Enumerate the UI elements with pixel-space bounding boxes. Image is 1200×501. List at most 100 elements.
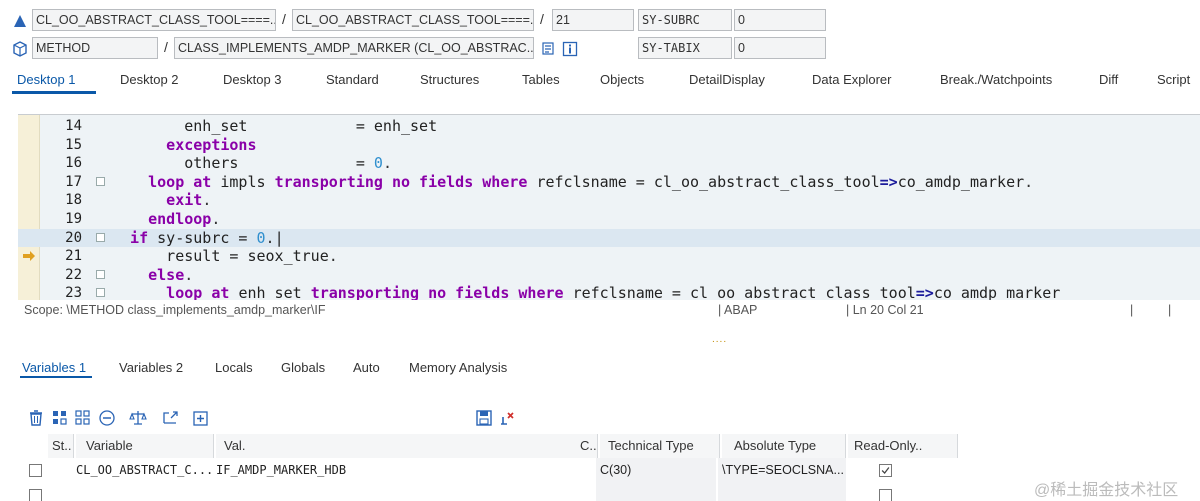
sy-subrc-label: SY-SUBRC — [638, 9, 732, 31]
col-header-status[interactable]: St.. — [48, 434, 74, 458]
active-lower-tab-indicator — [20, 376, 92, 378]
line-number: 20 — [65, 229, 82, 246]
separator: / — [282, 11, 286, 27]
save-icon[interactable] — [474, 408, 494, 428]
tab-objects[interactable]: Objects — [600, 72, 644, 87]
code-token: transporting no fields where — [274, 172, 537, 191]
separator: / — [164, 39, 168, 55]
cube-icon — [13, 41, 27, 57]
code-line[interactable]: 20 if sy-subrc = 0.| — [18, 228, 1200, 248]
pane-splitter[interactable] — [0, 332, 1200, 342]
tab-desktop-3[interactable]: Desktop 3 — [223, 72, 282, 87]
status-separator: | — [1130, 303, 1134, 317]
tab-diff[interactable]: Diff — [1099, 72, 1118, 87]
code-line[interactable]: 17 loop at impls transporting no fields … — [18, 173, 1200, 192]
code-text: else. — [112, 266, 193, 285]
sy-tabix-label: SY-TABIX — [638, 37, 732, 59]
line-number: 18 — [65, 192, 82, 209]
tab-variables-2[interactable]: Variables 2 — [119, 360, 183, 375]
insert-icon[interactable] — [191, 408, 211, 428]
code-line[interactable]: 18 exit. — [18, 191, 1200, 210]
code-token: if — [112, 228, 158, 247]
sy-tabix-value[interactable]: 0 — [734, 37, 826, 59]
code-token: transporting no fields where — [310, 284, 573, 300]
tab-breakpoints[interactable]: Break./Watchpoints — [940, 72, 1052, 87]
col-header-variable[interactable]: Variable — [76, 434, 214, 458]
fold-toggle-icon[interactable] — [96, 288, 105, 298]
code-text: loop at enh_set transporting no fields w… — [112, 284, 1060, 300]
col-header-change[interactable]: C.. — [576, 434, 598, 458]
list-icon[interactable] — [540, 41, 556, 57]
tab-structures[interactable]: Structures — [420, 72, 479, 87]
tab-variables-1[interactable]: Variables 1 — [22, 360, 86, 375]
absolute-type-cell — [718, 482, 846, 501]
col-header-technical-type[interactable]: Technical Type — [600, 434, 720, 458]
fold-toggle-icon[interactable] — [96, 176, 105, 186]
code-line[interactable]: 21 result = seox_true. — [18, 247, 1200, 266]
tab-standard[interactable]: Standard — [326, 72, 379, 87]
tab-data-explorer[interactable]: Data Explorer — [812, 72, 891, 87]
code-token: others = — [112, 154, 374, 173]
code-line[interactable]: 19 endloop. — [18, 210, 1200, 229]
tab-tables[interactable]: Tables — [522, 72, 560, 87]
tab-script[interactable]: Script — [1157, 72, 1190, 87]
fold-toggle-icon[interactable] — [96, 269, 105, 279]
code-token: co_amdp_marker — [933, 284, 1061, 300]
delete-variable-icon[interactable] — [498, 408, 518, 428]
code-token: . — [265, 228, 275, 247]
code-text: result = seox_true. — [112, 247, 338, 266]
code-token: refclsname = cl_oo_abstract_class_tool — [572, 284, 916, 300]
line-number: 22 — [65, 266, 82, 283]
class-name-field[interactable]: CL_OO_ABSTRACT_CLASS_TOOL====... — [32, 9, 276, 31]
collapse-icon[interactable] — [97, 408, 117, 428]
code-text: loop at impls transporting no fields whe… — [112, 173, 1033, 192]
scope-label: Scope: \METHOD class_implements_amdp_mar… — [24, 303, 326, 317]
header-row-2: METHOD / CLASS_IMPLEMENTS_AMDP_MARKER (C… — [0, 37, 1200, 61]
grid-icon[interactable] — [50, 408, 70, 428]
col-header-read-only[interactable]: Read-Only.. — [848, 434, 958, 458]
code-line[interactable]: 16 others = 0. — [18, 154, 1200, 173]
sy-subrc-value[interactable]: 0 — [734, 9, 826, 31]
tab-desktop-2[interactable]: Desktop 2 — [120, 72, 179, 87]
event-type-field[interactable]: METHOD — [32, 37, 158, 59]
tab-globals[interactable]: Globals — [281, 360, 325, 375]
variable-value-cell[interactable]: IF_AMDP_MARKER_HDB — [212, 458, 572, 482]
code-token: . — [1024, 172, 1034, 191]
splitter-grip[interactable]: .... — [712, 334, 727, 345]
language-label: | ABAP — [718, 303, 758, 317]
code-line[interactable]: 23 loop at enh_set transporting no field… — [18, 284, 1200, 300]
separator: / — [540, 11, 544, 27]
code-token: 0 — [373, 154, 383, 173]
line-number-field[interactable]: 21 — [552, 9, 634, 31]
info-icon[interactable] — [562, 41, 578, 57]
editor-status-bar: Scope: \METHOD class_implements_amdp_mar… — [18, 300, 1200, 322]
code-line[interactable]: 22 else. — [18, 266, 1200, 285]
tab-detaildisplay[interactable]: DetailDisplay — [689, 72, 765, 87]
line-number: 21 — [65, 248, 82, 265]
share-icon[interactable] — [161, 408, 181, 428]
code-line[interactable]: 15 exceptions — [18, 136, 1200, 155]
grid-outline-icon[interactable] — [73, 408, 93, 428]
fold-toggle-icon[interactable] — [96, 232, 105, 242]
code-token: impls — [220, 172, 275, 191]
code-token: refclsname = cl_oo_abstract_class_tool — [536, 172, 880, 191]
tab-memory-analysis[interactable]: Memory Analysis — [409, 360, 507, 375]
row-select-checkbox[interactable] — [29, 464, 42, 477]
code-line[interactable]: 14 enh_set = enh_set — [18, 117, 1200, 136]
include-name-field[interactable]: CL_OO_ABSTRACT_CLASS_TOOL====... — [292, 9, 534, 31]
cursor-position: | Ln 20 Col 21 — [846, 303, 924, 317]
source-editor[interactable]: 14 enh_set = enh_set 15 exceptions 16 othe… — [18, 114, 1200, 300]
tab-auto[interactable]: Auto — [353, 360, 380, 375]
code-token: exit — [112, 191, 203, 210]
tab-locals[interactable]: Locals — [215, 360, 253, 375]
balance-icon[interactable] — [128, 408, 148, 428]
code-text: exit. — [112, 191, 211, 210]
variable-name-cell[interactable]: CL_OO_ABSTRACT_C... — [72, 458, 212, 482]
method-name-field[interactable]: CLASS_IMPLEMENTS_AMDP_MARKER (CL_OO_ABST… — [174, 37, 534, 59]
col-header-absolute-type[interactable]: Absolute Type — [722, 434, 846, 458]
trash-icon[interactable] — [26, 408, 46, 428]
col-header-value[interactable]: Val. — [216, 434, 596, 458]
code-token: => — [915, 284, 934, 300]
row-select-checkbox[interactable] — [29, 489, 42, 501]
tab-desktop-1[interactable]: Desktop 1 — [17, 72, 76, 87]
